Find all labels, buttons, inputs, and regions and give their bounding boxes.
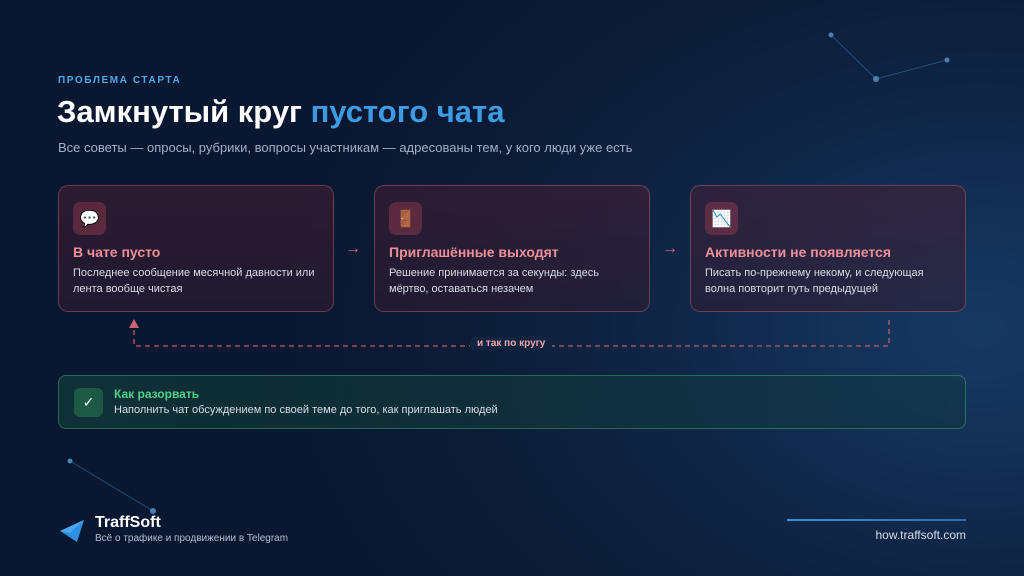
eyebrow-label: ПРОБЛЕМА СТАРТА	[58, 75, 182, 86]
step-title: Приглашённые выходят	[389, 244, 559, 260]
page-title: Замкнутый круг пустого чата	[57, 94, 504, 130]
checkmark-icon: ✓	[74, 388, 103, 417]
page-subtitle: Все советы — опросы, рубрики, вопросы уч…	[58, 140, 633, 155]
brand-tagline: Всё о трафике и продвижении в Telegram	[95, 533, 289, 544]
solution-box: ✓ Как разорвать Наполнить чат обсуждение…	[58, 375, 966, 429]
step-description: Писать по-прежнему некому, и следующая в…	[705, 267, 924, 295]
solution-title: Как разорвать	[114, 387, 200, 401]
cycle-step-card-1: 💬 В чате пусто Последнее сообщение месяч…	[58, 185, 334, 312]
step-title: Активности не появляется	[705, 244, 891, 260]
step-description: Решение принимается за секунды: здесь мё…	[389, 267, 599, 295]
arrow-right-icon: →	[662, 240, 678, 257]
paper-plane-logo-icon	[60, 520, 84, 542]
door-icon: 🚪	[389, 202, 422, 235]
cycle-step-card-2: 🚪 Приглашённые выходят Решение принимает…	[374, 185, 650, 312]
step-title: В чате пусто	[73, 244, 161, 260]
chat-bubble-icon: 💬	[73, 202, 106, 235]
brand-name: TraffSoft	[95, 514, 161, 531]
footer-divider	[787, 519, 966, 521]
solution-description: Наполнить чат обсуждением по своей теме …	[114, 404, 498, 416]
website-link[interactable]: how.traffsoft.com	[876, 528, 967, 542]
loop-arrowhead-icon	[129, 319, 139, 328]
step-description: Последнее сообщение месячной давности ил…	[73, 267, 315, 295]
title-main: Замкнутый круг	[57, 94, 311, 129]
title-accent: пустого чата	[310, 94, 505, 129]
arrow-right-icon: →	[345, 240, 361, 257]
chart-decreasing-icon: 📉	[705, 202, 738, 235]
loop-label: и так по кругу	[470, 337, 553, 350]
cycle-step-card-3: 📉 Активности не появляется Писать по-пре…	[690, 185, 966, 312]
